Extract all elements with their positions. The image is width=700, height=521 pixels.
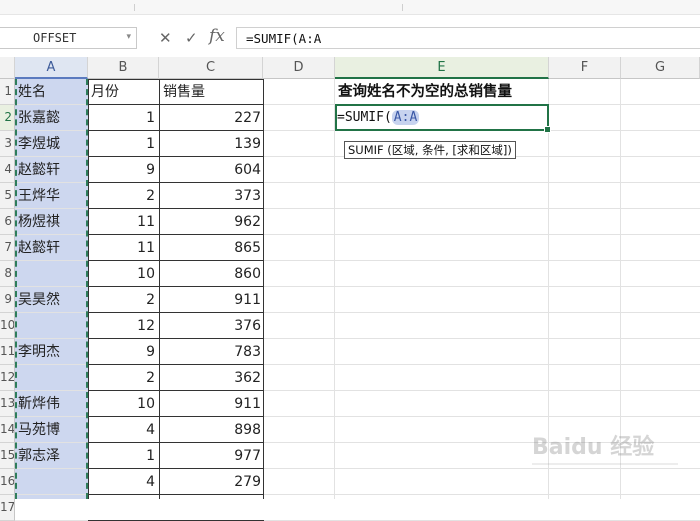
cell-sales[interactable]: 279: [163, 469, 261, 495]
row-header[interactable]: 8: [0, 261, 15, 287]
copy-marquee: [15, 79, 88, 499]
ribbon-separator: [134, 4, 135, 11]
cell-sales[interactable]: 898: [163, 417, 261, 443]
row-header[interactable]: 3: [0, 131, 15, 157]
cell-sales[interactable]: 911: [163, 287, 261, 313]
row-header[interactable]: 7: [0, 235, 15, 261]
row-header[interactable]: 16: [0, 469, 15, 495]
row-header[interactable]: 17: [0, 495, 15, 521]
chevron-down-icon[interactable]: ▾: [126, 32, 131, 42]
watermark-text: Baidu 经验: [532, 434, 654, 460]
row-header[interactable]: 6: [0, 209, 15, 235]
cell-sales[interactable]: 373: [163, 183, 261, 209]
row-header[interactable]: 9: [0, 287, 15, 313]
range-reference: A:A: [391, 110, 420, 125]
cell-sales[interactable]: 604: [163, 157, 261, 183]
cell-sales[interactable]: 362: [163, 365, 261, 391]
row-header[interactable]: 4: [0, 157, 15, 183]
column-header-b[interactable]: B: [88, 57, 159, 79]
cell-month[interactable]: 11: [91, 209, 155, 235]
column-header-g[interactable]: G: [621, 57, 700, 79]
row-header[interactable]: 14: [0, 417, 15, 443]
row-header[interactable]: 5: [0, 183, 15, 209]
cell-edit-text: =SUMIF(A:A: [337, 104, 420, 130]
row-header[interactable]: 13: [0, 391, 15, 417]
table-border: [159, 79, 160, 499]
row-header[interactable]: 10: [0, 313, 15, 339]
cell-month[interactable]: 10: [91, 391, 155, 417]
name-box[interactable]: OFFSET ▾: [0, 27, 137, 49]
cell-month[interactable]: 9: [91, 339, 155, 365]
column-header-e[interactable]: E: [335, 57, 549, 79]
ribbon-separator: [402, 4, 403, 11]
table-border: [88, 79, 89, 499]
column-header-f[interactable]: F: [549, 57, 621, 79]
header-month[interactable]: 月份: [91, 79, 157, 105]
cell-month[interactable]: 2: [91, 183, 155, 209]
check-icon[interactable]: ✓: [185, 29, 198, 47]
grid-column-line: [334, 79, 335, 499]
column-header-d[interactable]: D: [263, 57, 335, 79]
cell-sales[interactable]: 227: [163, 105, 261, 131]
row-header[interactable]: 1: [0, 79, 15, 105]
insert-function-icon[interactable]: fx: [209, 26, 225, 46]
select-all-corner[interactable]: [0, 57, 15, 79]
cell-month[interactable]: 10: [91, 261, 155, 287]
fill-handle[interactable]: [544, 126, 551, 133]
ribbon-bottom-edge: [0, 0, 700, 15]
column-header-a[interactable]: A: [15, 57, 88, 79]
cell-month[interactable]: 1: [91, 105, 155, 131]
cell-sales[interactable]: 865: [163, 235, 261, 261]
table-border: [263, 79, 264, 499]
row-header[interactable]: 12: [0, 365, 15, 391]
cell-sales[interactable]: 376: [163, 313, 261, 339]
cell-month[interactable]: 9: [91, 157, 155, 183]
cell-sales[interactable]: 911: [163, 391, 261, 417]
formula-input[interactable]: =SUMIF(A:A: [236, 27, 700, 49]
cell-month[interactable]: 2: [91, 365, 155, 391]
row-header[interactable]: 15: [0, 443, 15, 469]
cell-month[interactable]: 12: [91, 313, 155, 339]
watermark-logo: Baidu 经验: [532, 434, 678, 465]
cell-month[interactable]: 11: [91, 235, 155, 261]
cell-month[interactable]: 4: [91, 417, 155, 443]
name-box-value: OFFSET: [33, 31, 77, 45]
close-icon[interactable]: ✕: [159, 29, 172, 47]
row-header[interactable]: 11: [0, 339, 15, 365]
column-header-c[interactable]: C: [159, 57, 263, 79]
cell-sales[interactable]: 860: [163, 261, 261, 287]
cell-sales[interactable]: 783: [163, 339, 261, 365]
e1-title-cell[interactable]: 查询姓名不为空的总销售量: [338, 79, 512, 105]
formula-text: =SUMIF(A:A: [246, 31, 322, 46]
row-header[interactable]: 2: [0, 105, 15, 131]
function-tooltip: SUMIF (区域, 条件, [求和区域]): [344, 141, 516, 159]
edit-prefix: =SUMIF(: [337, 110, 392, 125]
cell-sales[interactable]: 977: [163, 443, 261, 469]
cell-sales[interactable]: 139: [163, 131, 261, 157]
cell-month[interactable]: 1: [91, 443, 155, 469]
formula-bar: OFFSET ▾ ✕ ✓ fx =SUMIF(A:A: [0, 24, 700, 52]
cell-month[interactable]: 2: [91, 287, 155, 313]
cell-month[interactable]: 4: [91, 469, 155, 495]
header-sales[interactable]: 销售量: [163, 79, 261, 105]
cell-month[interactable]: 1: [91, 131, 155, 157]
cell-sales[interactable]: 962: [163, 209, 261, 235]
